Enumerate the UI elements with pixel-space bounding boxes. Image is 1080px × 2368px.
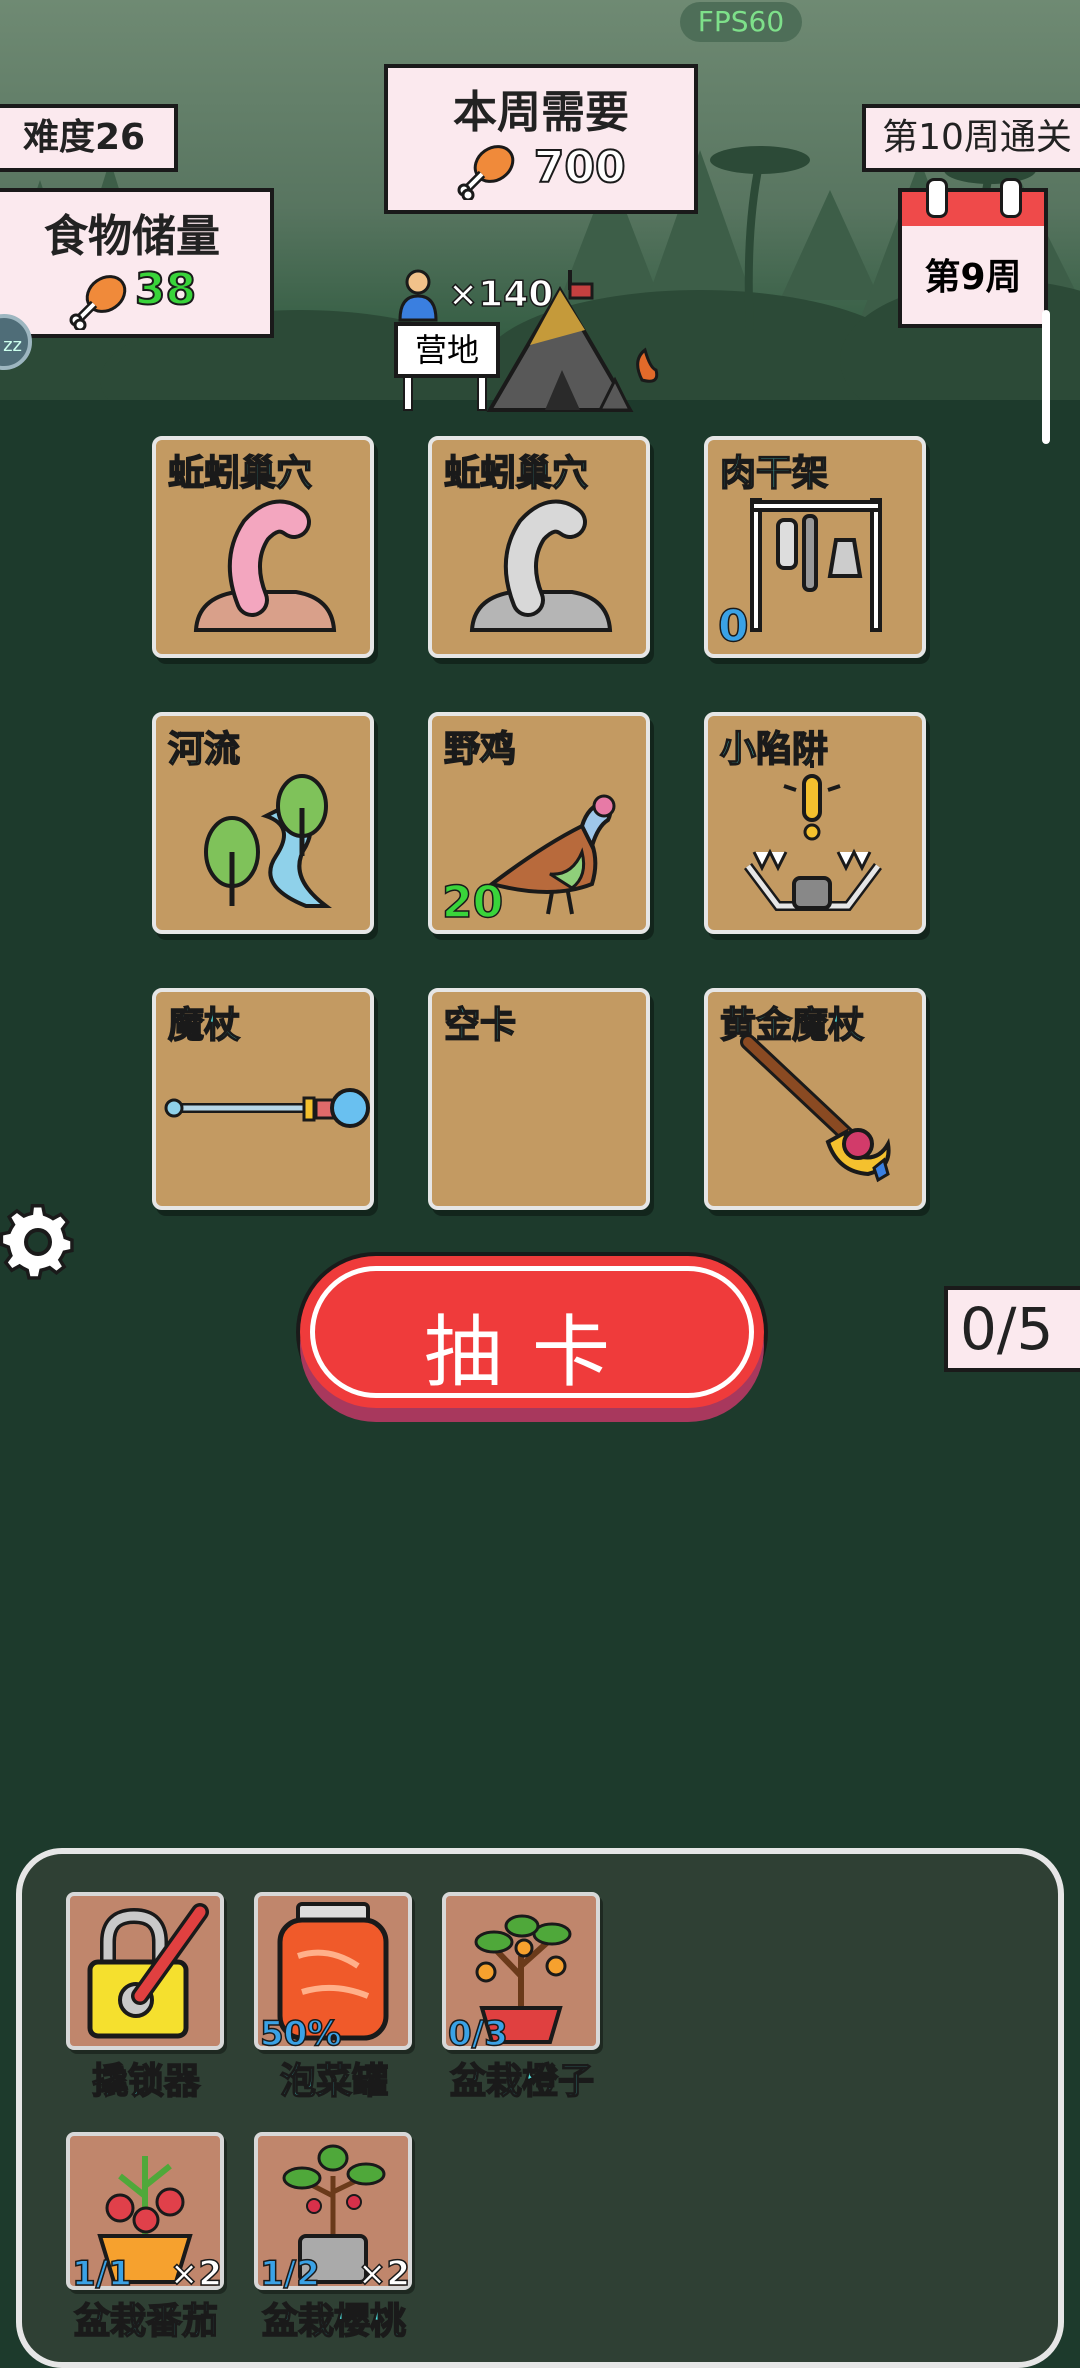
difficulty-label: 难度26 — [0, 104, 178, 172]
bear-trap-icon — [744, 760, 882, 911]
item-progress: 0/3 — [447, 2013, 508, 2055]
current-week-label: 第9周 — [924, 257, 1022, 298]
inventory-item-name: 泡菜罐 — [279, 2060, 389, 2103]
scrollbar[interactable] — [1042, 310, 1050, 444]
item-multiplier: ×2 — [169, 2253, 223, 2295]
card-magic-wand[interactable]: 魔杖 — [152, 988, 374, 1210]
card-count: 0 — [717, 600, 749, 653]
drumstick-icon — [69, 274, 127, 331]
weekly-requirement-panel: 本周需要 700 — [384, 64, 698, 214]
worm-nest-gray-icon — [469, 499, 613, 632]
draw-card-button[interactable]: 抽卡 — [300, 1256, 764, 1408]
golden-wand-icon — [740, 1034, 891, 1183]
worm-nest-pink-icon — [193, 499, 337, 632]
camp-sign[interactable]: 营地 — [394, 322, 500, 378]
food-storage-title: 食物储量 — [44, 211, 220, 262]
week-calendar: 第9周 — [898, 178, 1048, 328]
weekly-requirement-value: 700 — [533, 141, 627, 194]
card-empty[interactable]: 空卡 — [428, 988, 650, 1210]
card-worm-nest-pink[interactable]: 蚯蚓巢穴 — [152, 436, 374, 658]
population-counter: ×140 — [396, 268, 556, 322]
weekly-requirement-title: 本周需要 — [453, 87, 629, 138]
magic-wand-icon — [164, 1088, 370, 1128]
card-count: 20 — [441, 876, 504, 929]
drumstick-icon — [457, 145, 515, 202]
inventory-item-name: 盆栽番茄 — [73, 2300, 219, 2343]
river-icon — [204, 774, 332, 908]
inventory-panel: 撬锁器 50% 泡菜罐 0/3 盆栽橙子 1/1 ×2 盆栽番茄 1/2 ×2 … — [16, 1848, 1064, 2368]
inventory-item-name: 盆栽橙子 — [449, 2060, 595, 2103]
inventory-item-name: 撬锁器 — [91, 2060, 201, 2103]
item-progress: 1/2 — [259, 2253, 320, 2295]
person-icon — [398, 269, 438, 322]
item-multiplier: ×2 — [357, 2253, 411, 2295]
draw-card-label: 抽卡 — [423, 1308, 640, 1398]
inventory-item-pickle-jar[interactable]: 50% — [254, 1892, 412, 2055]
calendar-ring-icon — [926, 178, 948, 218]
lock-pick-icon — [87, 1903, 209, 2039]
fps-counter: FPS60 — [680, 2, 802, 42]
card-pheasant[interactable]: 野鸡 20 — [428, 712, 650, 934]
inventory-item-lock-pick[interactable] — [66, 1892, 224, 2050]
inventory-item-potted-tomato[interactable]: 1/1 ×2 — [66, 2132, 224, 2295]
card-small-trap[interactable]: 小陷阱 — [704, 712, 926, 934]
clear-goal-label: 第10周通关 — [862, 104, 1080, 172]
food-storage-panel: 食物储量 38 — [0, 188, 274, 338]
item-progress: 50% — [259, 2013, 342, 2055]
calendar-ring-icon — [1000, 178, 1022, 218]
settings-gear-icon[interactable] — [0, 1204, 78, 1284]
inventory-item-potted-orange[interactable]: 0/3 — [442, 1892, 600, 2055]
card-worm-nest-gray[interactable]: 蚯蚓巢穴 — [428, 436, 650, 658]
draw-count-label: 0/5 — [944, 1286, 1080, 1372]
card-river[interactable]: 河流 — [152, 712, 374, 934]
population-value: ×140 — [447, 273, 554, 316]
inventory-item-potted-cherry[interactable]: 1/2 ×2 — [254, 2132, 412, 2295]
food-storage-value: 38 — [134, 263, 197, 316]
item-progress: 1/1 — [71, 2253, 132, 2295]
card-meat-rack[interactable]: 肉干架 0 — [704, 436, 926, 658]
inventory-item-name: 盆栽樱桃 — [261, 2300, 407, 2343]
card-golden-wand[interactable]: 黄金魔杖 — [704, 988, 926, 1210]
